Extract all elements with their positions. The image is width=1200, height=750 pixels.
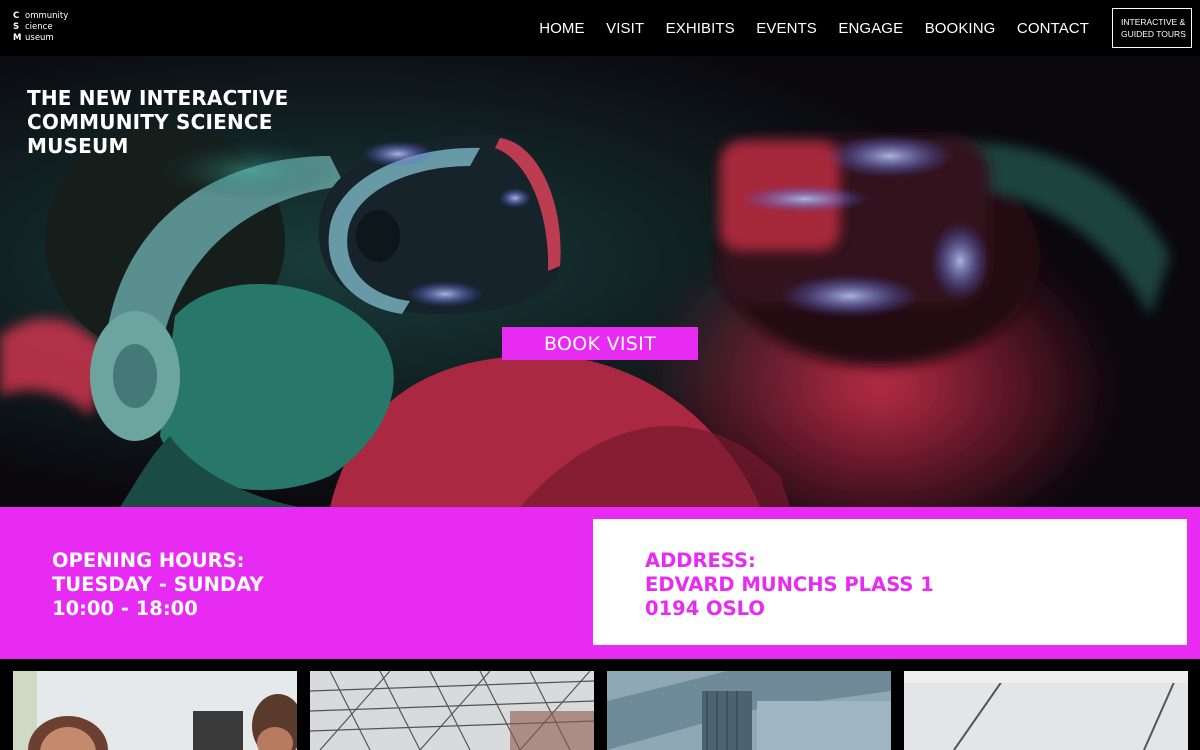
logo-word-rest: ommunity	[25, 11, 69, 21]
address-line: 0194 OSLO	[645, 597, 765, 620]
gallery-thumbnail-people[interactable]	[13, 671, 297, 750]
thumbnail-image	[13, 671, 297, 750]
nav-link-engage[interactable]: ENGAGE	[838, 20, 903, 37]
opening-hours-line: TUESDAY - SUNDAY	[52, 573, 264, 596]
main-menu: HOME VISIT EXHIBITS EVENTS ENGAGE BOOKIN…	[518, 0, 1089, 56]
tours-button-line: GUIDED TOURS	[1121, 29, 1186, 39]
logo-initial: S	[13, 22, 20, 32]
logo-row: Science	[13, 22, 68, 33]
interactive-guided-tours-button[interactable]: INTERACTIVE & GUIDED TOURS	[1112, 8, 1192, 48]
gallery-thumbnail-ceiling[interactable]	[904, 671, 1188, 750]
logo-word-rest: useum	[25, 33, 54, 43]
opening-hours: OPENING HOURS: TUESDAY - SUNDAY 10:00 - …	[52, 549, 263, 621]
logo-row: Museum	[13, 33, 68, 44]
page: Community Science Museum HOME VISIT EXHI…	[0, 0, 1200, 750]
gallery-thumbnail-building[interactable]	[607, 671, 891, 750]
logo-initial: C	[13, 11, 20, 21]
thumbnail-image	[904, 671, 1188, 750]
thumbnail-image	[607, 671, 891, 750]
museum-logo[interactable]: Community Science Museum	[13, 11, 68, 44]
hero-title-line: MUSEUM	[27, 134, 129, 158]
nav-link-exhibits[interactable]: EXHIBITS	[666, 20, 735, 37]
nav-link-visit[interactable]: VISIT	[606, 20, 644, 37]
hero-title: THE NEW INTERACTIVE COMMUNITY SCIENCE MU…	[27, 86, 289, 158]
nav-link-events[interactable]: EVENTS	[756, 20, 817, 37]
tours-button-line: INTERACTIVE &	[1121, 17, 1186, 27]
top-navigation-bar: Community Science Museum HOME VISIT EXHI…	[0, 0, 1200, 56]
opening-hours-line: OPENING HOURS:	[52, 549, 245, 572]
gallery-thumbnail-glass-roof[interactable]	[310, 671, 594, 750]
nav-link-contact[interactable]: CONTACT	[1017, 20, 1089, 37]
address-line: EDVARD MUNCHS PLASS 1	[645, 573, 934, 596]
opening-hours-line: 10:00 - 18:00	[52, 597, 198, 620]
book-visit-button[interactable]: BOOK VISIT	[502, 327, 698, 360]
address: ADDRESS: EDVARD MUNCHS PLASS 1 0194 OSLO	[645, 549, 934, 621]
thumbnail-image	[310, 671, 594, 750]
nav-link-booking[interactable]: BOOKING	[925, 20, 996, 37]
gallery-strip	[0, 659, 1200, 750]
address-card: ADDRESS: EDVARD MUNCHS PLASS 1 0194 OSLO	[593, 519, 1187, 645]
hero-title-line: THE NEW INTERACTIVE	[27, 86, 289, 110]
logo-initial: M	[13, 33, 22, 43]
address-line: ADDRESS:	[645, 549, 756, 572]
hero-title-line: COMMUNITY SCIENCE	[27, 110, 273, 134]
info-band: OPENING HOURS: TUESDAY - SUNDAY 10:00 - …	[0, 507, 1200, 659]
logo-word-rest: cience	[25, 22, 53, 32]
hero-banner: THE NEW INTERACTIVE COMMUNITY SCIENCE MU…	[0, 56, 1200, 507]
logo-row: Community	[13, 11, 68, 22]
nav-link-home[interactable]: HOME	[539, 20, 584, 37]
